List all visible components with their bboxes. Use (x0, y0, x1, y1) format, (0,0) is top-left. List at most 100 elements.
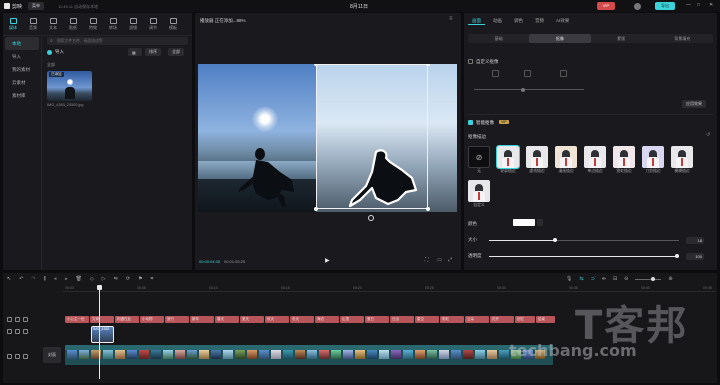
text-clip[interactable]: 回忆 (515, 316, 535, 323)
size-value[interactable]: 18 (686, 236, 704, 244)
search-input[interactable]: ⌕ 搜索文件名称、画面描述等 (47, 37, 188, 45)
sidebar-item-cloud[interactable]: 云素材 (5, 76, 39, 89)
text-clip[interactable]: 冬天 (290, 316, 314, 323)
text-clip[interactable]: 海边 (315, 316, 339, 323)
color-picker-icon[interactable] (537, 219, 543, 226)
toolbar-effects[interactable]: 特效 (83, 13, 103, 35)
lock-icon[interactable] (7, 317, 12, 322)
toolbar-media[interactable]: 媒体 (3, 13, 23, 35)
size-knob[interactable] (553, 238, 557, 242)
minimize-icon[interactable]: — (686, 2, 691, 8)
sidebar-item-library[interactable]: 素材库 (5, 89, 39, 102)
mirror-icon[interactable]: ⇋ (114, 276, 118, 282)
rotate-handle[interactable] (368, 215, 374, 221)
subtab-basic[interactable]: 基础 (468, 34, 529, 43)
preset-blur[interactable]: 模糊描边 (671, 146, 693, 174)
preset-neon[interactable]: 霓虹描边 (613, 146, 635, 174)
mute-icon[interactable] (23, 317, 28, 322)
tab-picture[interactable]: 画面 (468, 18, 485, 25)
subtab-background[interactable]: 背景填充 (652, 34, 713, 43)
ratio-icon[interactable]: ▭ (437, 257, 442, 263)
play-icon[interactable]: ▶ (325, 257, 330, 264)
toolbar-transition[interactable]: 转场 (103, 13, 123, 35)
text-clip[interactable]: 落日 (365, 316, 389, 323)
fullscreen-icon[interactable]: ⛶ (425, 257, 429, 263)
delete-icon[interactable]: 🗑 (76, 276, 82, 282)
sidebar-item-import[interactable]: 导入 (5, 50, 39, 63)
eye-icon[interactable] (15, 317, 20, 322)
sidebar-item-my-assets[interactable]: 我的素材 (5, 63, 39, 76)
handle-br[interactable] (426, 207, 430, 211)
toolbar-sticker[interactable]: 贴纸 (63, 13, 83, 35)
main-video-track[interactable] (65, 345, 553, 365)
color-swatch[interactable] (513, 219, 535, 226)
text-clip[interactable]: 春天 (215, 316, 239, 323)
intensity-slider[interactable] (474, 89, 584, 90)
opacity-knob[interactable] (675, 254, 679, 258)
opacity-value[interactable]: 100 (686, 252, 704, 260)
toolbar-text[interactable]: 文本 (43, 13, 63, 35)
playhead[interactable] (99, 286, 100, 379)
zoom-in-icon[interactable]: ⊕ (668, 276, 672, 282)
picker-icon-2[interactable] (524, 70, 531, 77)
import-button[interactable]: 导入 (47, 49, 64, 55)
avatar[interactable] (634, 2, 641, 10)
text-clip[interactable]: 相遇在此 (115, 316, 139, 323)
preview-axis-icon[interactable]: ⊟ (613, 276, 617, 282)
playhead-handle[interactable] (97, 285, 102, 290)
vip-badge[interactable]: VIP (597, 2, 615, 10)
text-clip[interactable]: 秋天 (265, 316, 289, 323)
tab-color[interactable]: 调色 (510, 18, 527, 25)
text-clip[interactable]: 结束 (536, 316, 555, 323)
text-clip[interactable]: 云朵 (465, 316, 489, 323)
text-clip[interactable]: 文案 (90, 316, 114, 323)
rotate-icon[interactable]: ⟳ (126, 276, 130, 282)
shield-icon[interactable]: ◇ (90, 276, 94, 282)
chroma-checkbox[interactable] (468, 120, 473, 125)
expand-icon[interactable]: ⤢ (448, 257, 452, 263)
media-thumbnail[interactable]: 已添加 (47, 71, 92, 101)
toolbar-adjust[interactable]: 调节 (143, 13, 163, 35)
text-clip[interactable]: 星空 (415, 316, 439, 323)
picker-icon-3[interactable] (560, 70, 567, 77)
text-clip[interactable]: 彩虹 (440, 316, 464, 323)
preset-cut[interactable]: 刀剪描边 (642, 146, 664, 174)
link-icon[interactable]: ⇆ (579, 276, 583, 282)
project-title[interactable]: 8月11日 (350, 3, 368, 10)
text-clip[interactable]: 花开 (490, 316, 514, 323)
split-icon[interactable]: ⫼ (44, 276, 46, 282)
preset-outline[interactable]: 轮廓描边 (496, 145, 520, 174)
video-canvas[interactable] (198, 64, 457, 212)
text-clip[interactable]: 旅行 (165, 316, 189, 323)
close-icon[interactable]: ✕ (709, 2, 713, 8)
picker-icon-1[interactable] (492, 70, 499, 77)
mute-icon[interactable] (23, 329, 28, 334)
reset-icon[interactable]: ↺ (706, 132, 710, 138)
maximize-icon[interactable]: □ (697, 2, 700, 8)
cover-button[interactable]: 封面 (43, 347, 61, 363)
text-clip[interactable]: 小动物 (140, 316, 164, 323)
select-tool-icon[interactable]: ↖ (7, 276, 11, 282)
play-range-icon[interactable]: ▷ (102, 276, 106, 282)
toolbar-filter[interactable]: 滤镜 (123, 13, 143, 35)
text-clip[interactable]: 小公主一世 (65, 316, 89, 323)
intensity-knob[interactable] (521, 87, 525, 92)
text-clip[interactable]: 夏天 (240, 316, 264, 323)
zoom-out-icon[interactable]: ⊖ (624, 276, 628, 282)
mute-icon[interactable] (23, 354, 28, 359)
menu-button[interactable]: 菜单 (28, 2, 44, 10)
toolbar-audio[interactable]: 音频 (23, 13, 43, 35)
split-right-icon[interactable]: ⫸ (65, 276, 68, 282)
preset-none[interactable]: ⊘ 无 (468, 146, 490, 174)
lock-icon[interactable] (7, 354, 12, 359)
snap-icon[interactable]: ⇹ (602, 276, 606, 282)
preset-comic[interactable]: 漫画描边 (555, 146, 577, 174)
tab-ai[interactable]: AI效果 (552, 18, 573, 25)
crop-icon[interactable]: ⌗ (151, 276, 154, 282)
view-toggle[interactable]: ▦ (128, 48, 142, 56)
preset-single-edge[interactable]: 单边描边 (584, 146, 606, 174)
magnet-icon[interactable]: ⊃ (591, 276, 595, 282)
text-clip[interactable]: 山顶 (340, 316, 364, 323)
preset-dashed[interactable]: 虚线描边 (526, 146, 548, 174)
apply-effect-button[interactable]: 应用效果 (682, 100, 706, 108)
